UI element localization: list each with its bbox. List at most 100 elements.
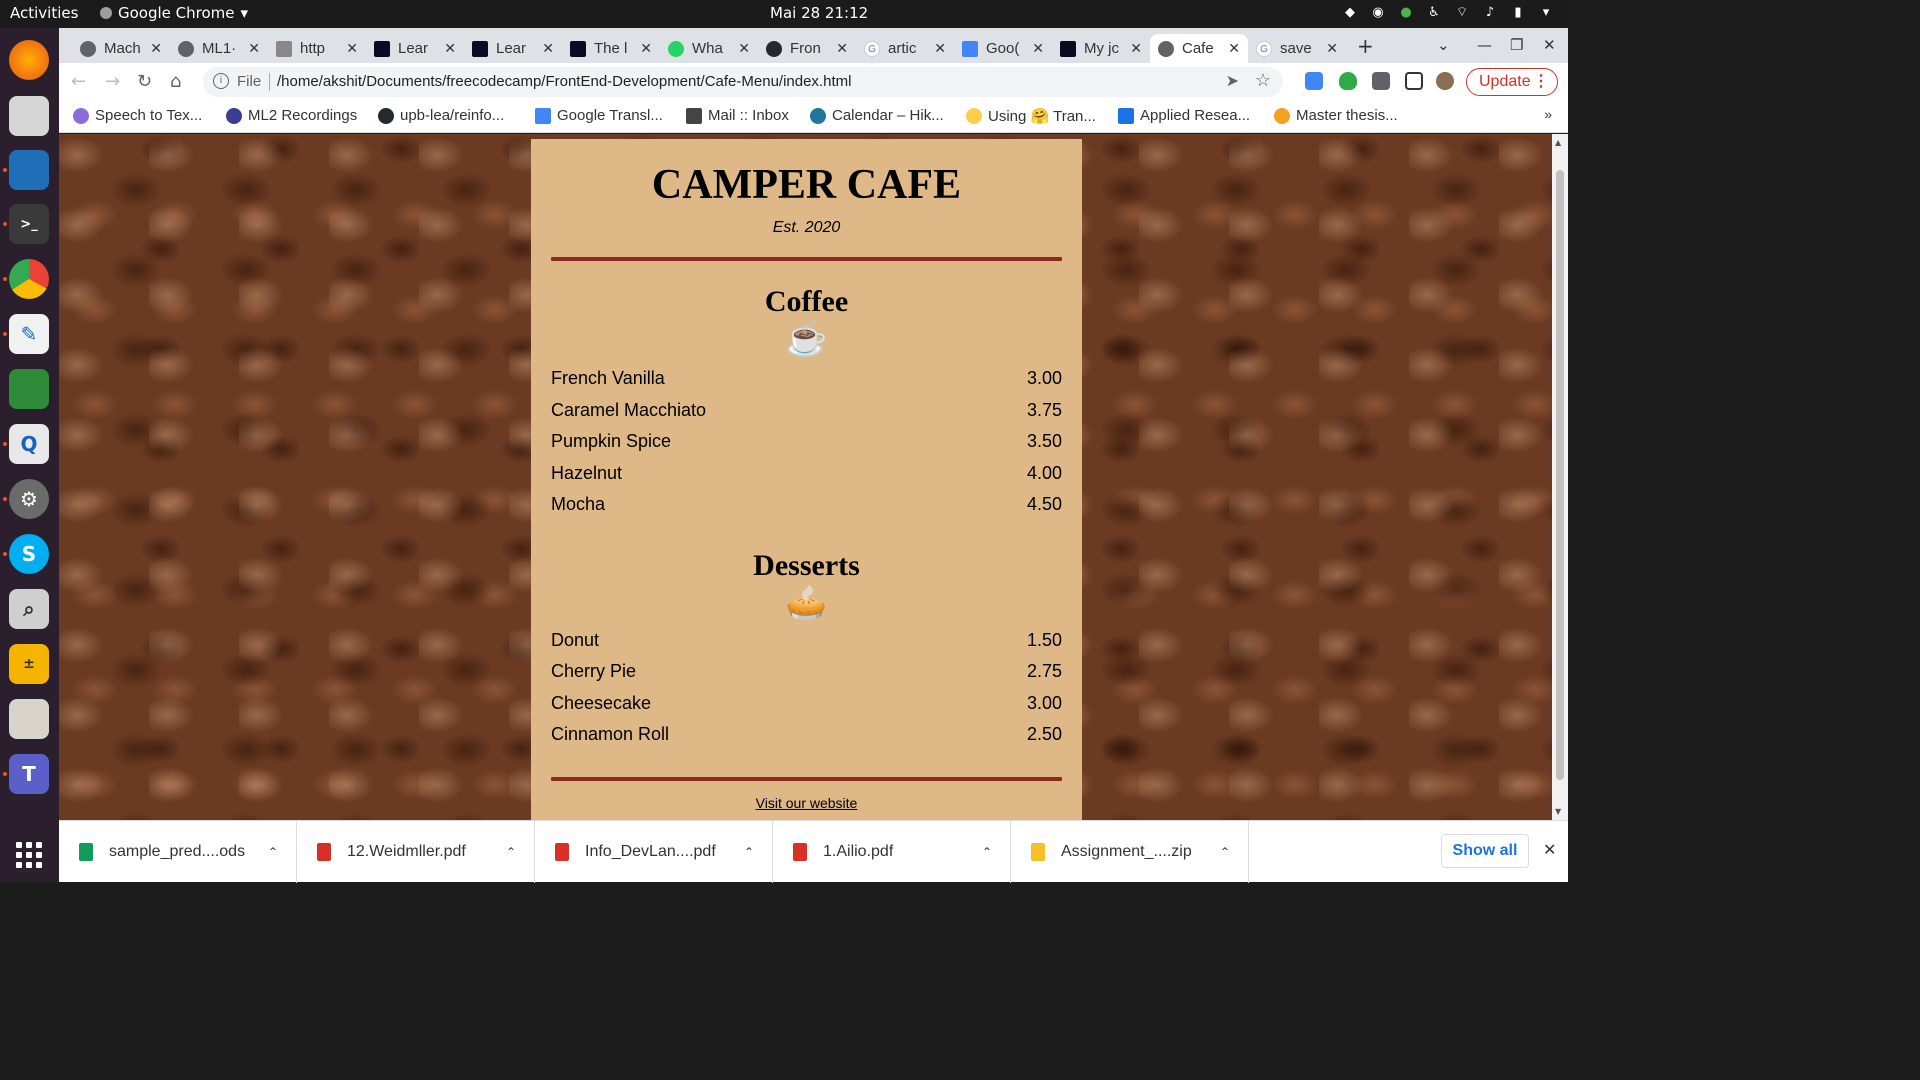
tab[interactable]: Fron ✕ bbox=[758, 34, 856, 63]
download-item[interactable]: 12.Weidmller.pdf ⌃ bbox=[297, 821, 535, 883]
close-tab-icon[interactable]: ✕ bbox=[542, 40, 554, 57]
url-text[interactable]: /home/akshit/Documents/freecodecamp/Fron… bbox=[277, 73, 851, 90]
tab[interactable]: Gsave ✕ bbox=[1248, 34, 1346, 63]
tab[interactable]: Gartic ✕ bbox=[856, 34, 954, 63]
home-icon[interactable]: ⌂ bbox=[170, 71, 181, 92]
show-applications-icon[interactable] bbox=[16, 842, 42, 868]
close-tab-icon[interactable]: ✕ bbox=[1326, 40, 1338, 57]
chevron-up-icon[interactable]: ⌃ bbox=[744, 845, 754, 859]
download-item[interactable]: Info_DevLan....pdf ⌃ bbox=[535, 821, 773, 883]
site-info-icon[interactable]: i bbox=[213, 73, 229, 89]
forward-icon[interactable]: → bbox=[105, 71, 120, 92]
accessibility-icon[interactable]: ♿ bbox=[1426, 5, 1442, 21]
settings-icon[interactable]: ⚙ bbox=[9, 479, 49, 519]
pdf-viewer-icon[interactable]: Q bbox=[9, 424, 49, 464]
archive-manager-icon[interactable] bbox=[9, 699, 49, 739]
download-item[interactable]: Assignment_....zip ⌃ bbox=[1011, 821, 1249, 883]
close-tab-icon[interactable]: ✕ bbox=[444, 40, 456, 57]
bookmark-item[interactable]: Speech to Tex... bbox=[73, 107, 202, 124]
adblock-shield-ext-icon[interactable] bbox=[1339, 72, 1357, 90]
update-button[interactable]: Update ⋮ bbox=[1466, 68, 1558, 96]
teams-icon[interactable]: T bbox=[9, 754, 49, 794]
website-link[interactable]: Visit our website bbox=[551, 795, 1062, 811]
more-bookmarks-chevron-icon[interactable]: » bbox=[1544, 106, 1552, 122]
calculator-icon[interactable]: ± bbox=[9, 644, 49, 684]
kebab-menu-icon[interactable]: ⋮ bbox=[1533, 71, 1549, 91]
clock[interactable]: Mai 28 21:12 bbox=[770, 4, 868, 22]
scroll-down-icon[interactable]: ▼ bbox=[1555, 807, 1561, 816]
tab[interactable]: The l ✕ bbox=[562, 34, 660, 63]
side-panel-icon[interactable] bbox=[1405, 72, 1423, 90]
scrollbar-thumb[interactable] bbox=[1556, 170, 1564, 780]
google-translate-ext-icon[interactable] bbox=[1305, 72, 1323, 90]
close-tab-icon[interactable]: ✕ bbox=[150, 40, 162, 57]
tab[interactable]: ML1· ✕ bbox=[170, 34, 268, 63]
minimize-icon[interactable]: — bbox=[1477, 36, 1492, 54]
send-tab-icon[interactable]: ➤ bbox=[1226, 71, 1239, 91]
chrome-icon[interactable] bbox=[9, 259, 49, 299]
close-window-icon[interactable]: ✕ bbox=[1543, 36, 1556, 54]
volume-icon[interactable]: ♪ bbox=[1482, 5, 1498, 21]
battery-icon[interactable]: ▮ bbox=[1510, 5, 1526, 21]
back-icon[interactable]: ← bbox=[71, 71, 86, 92]
terminal-icon[interactable]: >_ bbox=[9, 204, 49, 244]
extensions-puzzle-icon[interactable] bbox=[1372, 72, 1390, 90]
chevron-up-icon[interactable]: ⌃ bbox=[982, 845, 992, 859]
bookmark-item[interactable]: Using 🤗 Tran... bbox=[966, 107, 1096, 125]
chevron-up-icon[interactable]: ⌃ bbox=[268, 845, 278, 859]
bookmark-item[interactable]: Google Transl... bbox=[535, 107, 663, 124]
profile-avatar[interactable] bbox=[1436, 72, 1454, 90]
tab-search-chevron-icon[interactable]: ⌄ bbox=[1437, 36, 1450, 54]
activities-button[interactable]: Activities bbox=[10, 4, 78, 22]
new-tab-plus-icon[interactable]: + bbox=[1357, 34, 1374, 58]
close-tab-icon[interactable]: ✕ bbox=[1032, 40, 1044, 57]
wifi-icon[interactable]: ⌔ bbox=[1454, 5, 1470, 21]
tab[interactable]: Goo(✕ bbox=[954, 34, 1052, 63]
reload-icon[interactable]: ↻ bbox=[137, 71, 152, 92]
show-all-downloads-button[interactable]: Show all bbox=[1441, 834, 1529, 868]
bookmark-star-icon[interactable]: ☆ bbox=[1255, 70, 1271, 91]
bookmark-item[interactable]: Calendar – Hik... bbox=[810, 107, 944, 124]
tab[interactable]: Lear ✕ bbox=[366, 34, 464, 63]
discord-tray-icon[interactable]: ◉ bbox=[1370, 5, 1386, 21]
page-scrollbar[interactable]: ▲ ▼ bbox=[1552, 134, 1568, 820]
chevron-up-icon[interactable]: ⌃ bbox=[506, 845, 516, 859]
tab[interactable]: Wha ✕ bbox=[660, 34, 758, 63]
libreoffice-calc-icon[interactable] bbox=[9, 369, 49, 409]
scroll-up-icon[interactable]: ▲ bbox=[1555, 138, 1561, 147]
chevron-up-icon[interactable]: ⌃ bbox=[1220, 845, 1230, 859]
download-item[interactable]: 1.Ailio.pdf ⌃ bbox=[773, 821, 1011, 883]
bookmark-item[interactable]: Master thesis... bbox=[1274, 107, 1398, 124]
tab[interactable]: Mach ✕ bbox=[72, 34, 170, 63]
close-tab-icon[interactable]: ✕ bbox=[836, 40, 848, 57]
close-download-shelf-icon[interactable]: ✕ bbox=[1543, 840, 1556, 860]
restore-icon[interactable]: ❐ bbox=[1510, 36, 1523, 54]
system-tray[interactable]: ◆ ◉ ● ♿ ⌔ ♪ ▮ ▾ bbox=[1342, 5, 1554, 21]
close-tab-icon[interactable]: ✕ bbox=[346, 40, 358, 57]
close-tab-icon[interactable]: ✕ bbox=[1228, 40, 1240, 57]
close-tab-icon[interactable]: ✕ bbox=[738, 40, 750, 57]
firefox-icon[interactable] bbox=[9, 40, 49, 80]
skype-icon[interactable]: S bbox=[9, 534, 49, 574]
files-icon[interactable] bbox=[9, 96, 49, 136]
bookmark-item[interactable]: ML2 Recordings bbox=[226, 107, 357, 124]
bookmark-item[interactable]: Applied Resea... bbox=[1118, 107, 1250, 124]
close-tab-icon[interactable]: ✕ bbox=[640, 40, 652, 57]
tab-active[interactable]: Cafe ✕ bbox=[1150, 34, 1248, 63]
shield-tray-icon[interactable]: ● bbox=[1398, 5, 1414, 21]
close-tab-icon[interactable]: ✕ bbox=[1130, 40, 1142, 57]
power-menu-chevron-icon[interactable]: ▾ bbox=[1538, 5, 1554, 21]
tab[interactable]: My jc ✕ bbox=[1052, 34, 1150, 63]
image-viewer-icon[interactable]: ⌕ bbox=[9, 589, 49, 629]
download-item[interactable]: sample_pred....ods ⌃ bbox=[59, 821, 297, 883]
tab[interactable]: http ✕ bbox=[268, 34, 366, 63]
bookmark-item[interactable]: Mail :: Inbox bbox=[686, 107, 789, 124]
text-editor-icon[interactable]: ✎ bbox=[9, 314, 49, 354]
close-tab-icon[interactable]: ✕ bbox=[934, 40, 946, 57]
tab[interactable]: Lear ✕ bbox=[464, 34, 562, 63]
libreoffice-impress-icon[interactable] bbox=[9, 150, 49, 190]
app-menu[interactable]: Google Chrome ▾ bbox=[100, 4, 248, 22]
address-bar[interactable]: i File /home/akshit/Documents/freecodeca… bbox=[203, 67, 1283, 97]
close-tab-icon[interactable]: ✕ bbox=[248, 40, 260, 57]
bookmark-item[interactable]: upb-lea/reinfo... bbox=[378, 107, 504, 124]
